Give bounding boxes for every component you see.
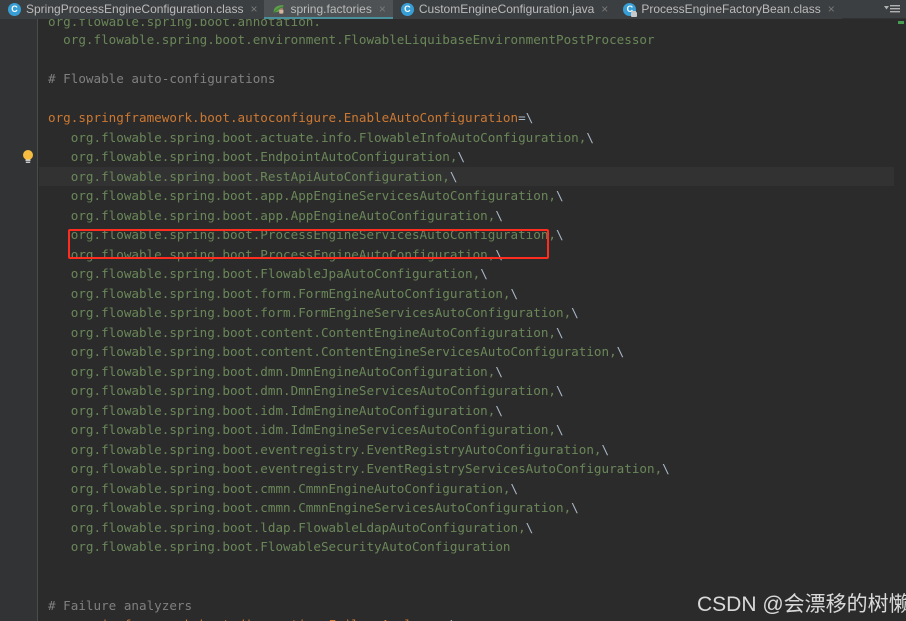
code-line[interactable]: org.flowable.spring.boot.FlowableJpaAuto… xyxy=(39,264,894,284)
close-icon[interactable]: × xyxy=(828,0,835,19)
java-class-icon: C xyxy=(400,3,414,16)
code-line[interactable] xyxy=(39,50,894,70)
code-line[interactable]: # Flowable auto-configurations xyxy=(39,69,894,89)
code-line[interactable]: org.flowable.spring.boot.RestApiAutoConf… xyxy=(39,166,894,186)
code-line[interactable]: org.springframework.boot.autoconfigure.E… xyxy=(39,108,894,128)
java-class-icon: C xyxy=(8,3,21,16)
close-icon[interactable]: × xyxy=(250,0,257,19)
code-line[interactable]: org.flowable.spring.boot.cmmn.CmmnEngine… xyxy=(39,498,894,518)
code-line[interactable]: org.flowable.spring.boot.environment.Flo… xyxy=(39,30,894,50)
code-line[interactable]: org.flowable.spring.boot.app.AppEngineSe… xyxy=(39,186,894,206)
code-line[interactable]: org.flowable.spring.boot.annotation. xyxy=(39,19,894,30)
code-line[interactable]: org.flowable.spring.boot.content.Content… xyxy=(39,323,894,343)
close-icon[interactable]: × xyxy=(379,0,386,19)
close-icon[interactable]: × xyxy=(601,0,608,19)
editor-tab-1[interactable]: spring.factories × xyxy=(264,0,394,19)
editor-tab-label: ProcessEngineFactoryBean.class xyxy=(641,2,821,16)
editor-tab-label: SpringProcessEngineConfiguration.class xyxy=(26,2,244,16)
code-text-area[interactable]: org.flowable.spring.boot.annotation. org… xyxy=(39,19,894,621)
code-line[interactable]: org.flowable.spring.boot.dmn.DmnEngineAu… xyxy=(39,362,894,382)
editor-tab-label: spring.factories xyxy=(290,2,372,16)
scrollbar-change-marker xyxy=(898,21,904,24)
code-line[interactable]: org.flowable.spring.boot.form.FormEngine… xyxy=(39,303,894,323)
code-line[interactable]: org.flowable.spring.boot.idm.IdmEngineSe… xyxy=(39,420,894,440)
editor-tab-bar: C SpringProcessEngineConfiguration.class ×… xyxy=(0,0,906,19)
code-line[interactable]: org.flowable.spring.boot.EndpointAutoCon… xyxy=(39,147,894,167)
editor-tab-2[interactable]: C CustomEngineConfiguration.java × xyxy=(392,0,616,19)
code-line[interactable]: org.flowable.spring.boot.content.Content… xyxy=(39,342,894,362)
code-line[interactable] xyxy=(39,557,894,577)
csdn-watermark: CSDN @会漂移的树懒 xyxy=(697,593,906,616)
code-line[interactable]: org.flowable.spring.boot.eventregistry.E… xyxy=(39,459,894,479)
code-line[interactable]: org.flowable.spring.boot.dmn.DmnEngineSe… xyxy=(39,381,894,401)
tabbar-spacer xyxy=(841,0,878,18)
code-line[interactable]: org.flowable.spring.boot.eventregistry.E… xyxy=(39,440,894,460)
editor-gutter[interactable] xyxy=(0,19,38,621)
tab-list-menu-icon[interactable] xyxy=(878,0,906,18)
editor-tab-0[interactable]: C SpringProcessEngineConfiguration.class × xyxy=(0,0,265,19)
code-line[interactable]: org.flowable.spring.boot.cmmn.CmmnEngine… xyxy=(39,479,894,499)
code-line[interactable]: org.flowable.spring.boot.ldap.FlowableLd… xyxy=(39,518,894,538)
code-line[interactable]: org.flowable.spring.boot.app.AppEngineAu… xyxy=(39,206,894,226)
editor-tab-3[interactable]: C ProcessEngineFactoryBean.class × xyxy=(615,0,842,19)
spring-leaf-icon xyxy=(272,3,285,16)
scrollbar-marker-bar[interactable] xyxy=(894,19,906,621)
code-line[interactable]: org.flowable.spring.boot.ProcessEngineSe… xyxy=(39,225,894,245)
code-line[interactable] xyxy=(39,89,894,109)
java-class-icon: C xyxy=(623,3,638,17)
code-line[interactable]: org.flowable.spring.boot.idm.IdmEngineAu… xyxy=(39,401,894,421)
code-line[interactable]: org.flowable.spring.boot.ProcessEngineAu… xyxy=(39,245,894,265)
code-line[interactable]: org.flowable.spring.boot.form.FormEngine… xyxy=(39,284,894,304)
lightbulb-icon[interactable] xyxy=(21,149,35,165)
editor-tab-label: CustomEngineConfiguration.java xyxy=(418,2,595,16)
code-line[interactable]: org.flowable.spring.boot.FlowableSecurit… xyxy=(39,537,894,557)
code-editor[interactable]: org.flowable.spring.boot.annotation. org… xyxy=(0,19,906,621)
code-line[interactable]: org.flowable.spring.boot.actuate.info.Fl… xyxy=(39,128,894,148)
